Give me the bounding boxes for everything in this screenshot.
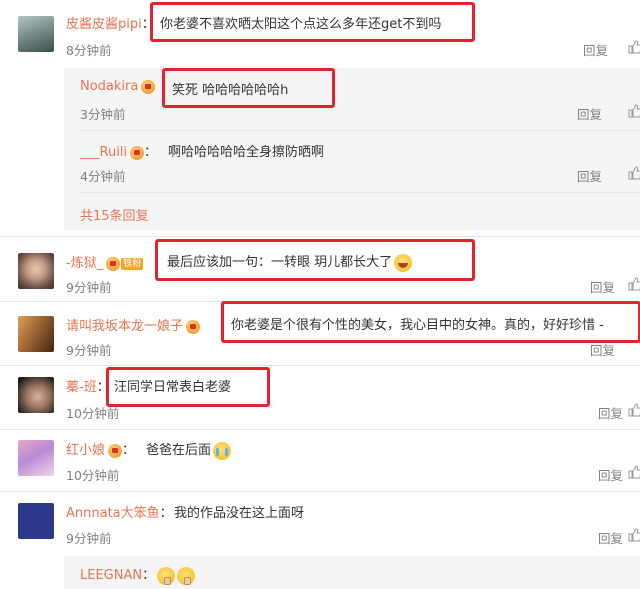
vip-badge-icon: [130, 145, 145, 160]
avatar[interactable]: [18, 16, 54, 52]
shush-emoji-icon: [177, 566, 196, 585]
avatar[interactable]: [18, 253, 54, 289]
timestamp: 3分钟前: [80, 107, 126, 122]
reply-button[interactable]: 回复: [598, 528, 623, 547]
divider: [80, 192, 640, 193]
reply-button[interactable]: 回复: [577, 166, 602, 185]
reply-username[interactable]: ___Ruili：: [80, 141, 157, 160]
reply-button[interactable]: 回复: [598, 403, 623, 422]
timestamp: 9分钟前: [66, 343, 112, 358]
vip-badge-icon: [141, 79, 156, 94]
timestamp: 9分钟前: [66, 280, 112, 295]
vip-badge-icon: [106, 256, 121, 271]
highlight-box: [150, 2, 475, 42]
fan-badge: 铁粉: [121, 257, 144, 270]
avatar[interactable]: [18, 316, 54, 352]
reply-username[interactable]: Nodakira: [80, 79, 156, 94]
vip-badge-icon: [186, 319, 201, 334]
reply-button[interactable]: 回复: [590, 340, 615, 359]
like-icon[interactable]: [628, 40, 640, 54]
like-icon[interactable]: [628, 104, 640, 118]
username[interactable]: Annnata大笨鱼：: [66, 502, 173, 521]
comment-text: 我的作品没在这上面呀: [174, 506, 305, 521]
reply-button[interactable]: 回复: [590, 277, 615, 296]
crying-emoji-icon: [213, 441, 232, 460]
like-icon[interactable]: [628, 166, 640, 180]
comment-text: 爸爸在后面: [146, 439, 232, 460]
like-icon[interactable]: [628, 403, 640, 417]
comment-text: 汪同学日常表白老婆: [114, 380, 232, 395]
divider: [0, 236, 640, 237]
username[interactable]: 皮酱皮酱pipi：: [66, 13, 155, 32]
like-icon[interactable]: [628, 465, 640, 479]
username[interactable]: 蓁-班：: [66, 376, 110, 395]
vip-badge-icon: [108, 443, 123, 458]
avatar[interactable]: [18, 440, 54, 476]
reply-button[interactable]: 回复: [577, 104, 602, 123]
divider: [80, 130, 640, 131]
divider: [0, 491, 640, 492]
comment-text: 你老婆是个很有个性的美女，我心目中的女神。真的，好好珍惜 -: [231, 318, 604, 333]
reply-button[interactable]: 回复: [583, 40, 608, 59]
divider: [0, 365, 640, 366]
timestamp: 9分钟前: [66, 531, 112, 546]
avatar[interactable]: [18, 377, 54, 413]
avatar[interactable]: [18, 503, 54, 539]
like-icon[interactable]: [628, 277, 640, 291]
reply-text: 啊哈哈哈哈哈全身擦防晒啊: [168, 145, 325, 160]
reply-text: 笑死 哈哈哈哈哈哈h: [172, 83, 289, 98]
divider: [0, 429, 640, 430]
timestamp: 8分钟前: [66, 43, 112, 58]
timestamp: 4分钟前: [80, 169, 126, 184]
like-icon[interactable]: [628, 528, 640, 542]
laugh-emoji-icon: [394, 253, 413, 272]
shush-emoji-icon: [157, 566, 176, 585]
timestamp: 10分钟前: [66, 406, 120, 421]
reply-button[interactable]: 回复: [598, 465, 623, 484]
username[interactable]: 请叫我坂本龙一娘子: [66, 315, 201, 334]
username[interactable]: -炼狱_ 铁粉: [66, 252, 144, 271]
timestamp: 10分钟前: [66, 468, 120, 483]
comment-text: 最后应该加一句：一转眼 玥儿都长大了: [167, 251, 413, 272]
more-replies-link[interactable]: 共15条回复: [80, 205, 149, 224]
username[interactable]: 红小娘：: [66, 439, 135, 458]
reply-username[interactable]: LEEGNAN：: [80, 564, 196, 585]
